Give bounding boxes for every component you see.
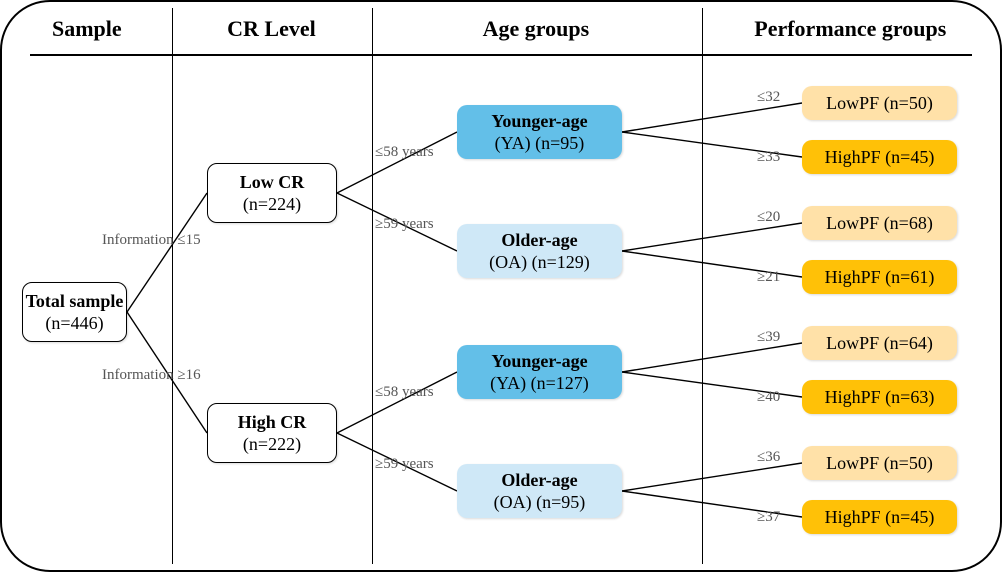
- column-headers: Sample CR Level Age groups Performance g…: [2, 16, 1000, 42]
- node-lowcr-oa: Older-age (OA) (n=129): [457, 224, 622, 278]
- node-label: LowPF (n=64): [826, 332, 933, 355]
- edge-label: ≥21: [757, 269, 780, 286]
- node-high-cr: High CR (n=222): [207, 403, 337, 463]
- node-label: HighPF (n=61): [825, 266, 935, 289]
- col-divider-2: [372, 8, 373, 564]
- header-cr-level: CR Level: [172, 16, 372, 42]
- node-sub: (YA) (n=127): [490, 372, 589, 395]
- node-label: LowPF (n=50): [826, 92, 933, 115]
- edge-label: ≤58 years: [375, 384, 434, 401]
- node-label: LowPF (n=50): [826, 452, 933, 475]
- edge-label: ≥59 years: [375, 216, 434, 233]
- node-label: Older-age: [501, 469, 577, 492]
- node-label: Younger-age: [491, 110, 587, 133]
- node-label: Total sample: [26, 290, 124, 313]
- header-sample: Sample: [2, 16, 172, 42]
- edge-label: ≥40: [757, 389, 780, 406]
- node-highpf: HighPF (n=45): [802, 140, 957, 174]
- node-highpf: HighPF (n=61): [802, 260, 957, 294]
- edge-label: ≤32: [757, 89, 780, 106]
- edge-label: ≤58 years: [375, 144, 434, 161]
- node-label: Low CR: [240, 171, 305, 194]
- node-label: HighPF (n=45): [825, 146, 935, 169]
- node-highpf: HighPF (n=63): [802, 380, 957, 414]
- node-label: Younger-age: [491, 350, 587, 373]
- node-n: (n=224): [243, 193, 301, 216]
- node-label: LowPF (n=68): [826, 212, 933, 235]
- header-performance-groups: Performance groups: [701, 16, 1000, 42]
- node-n: (n=222): [243, 433, 301, 456]
- col-divider-3: [702, 8, 703, 564]
- node-label: HighPF (n=63): [825, 386, 935, 409]
- node-total-sample: Total sample (n=446): [22, 282, 127, 342]
- edge-label: ≥33: [757, 149, 780, 166]
- node-highpf: HighPF (n=45): [802, 500, 957, 534]
- edge-label: ≥59 years: [375, 456, 434, 473]
- edge-label: ≤36: [757, 449, 780, 466]
- header-age-groups: Age groups: [371, 16, 700, 42]
- node-label: High CR: [238, 411, 307, 434]
- node-lowcr-ya: Younger-age (YA) (n=95): [457, 105, 622, 159]
- node-label: Older-age: [501, 229, 577, 252]
- node-sub: (OA) (n=95): [494, 491, 586, 514]
- node-lowpf: LowPF (n=50): [802, 86, 957, 120]
- node-label: HighPF (n=45): [825, 506, 935, 529]
- edge-label: ≤39: [757, 329, 780, 346]
- edge-label: ≥37: [757, 509, 780, 526]
- edge-label-info-low: Information ≤15: [102, 232, 201, 249]
- node-lowpf: LowPF (n=68): [802, 206, 957, 240]
- node-highcr-ya: Younger-age (YA) (n=127): [457, 345, 622, 399]
- node-lowpf: LowPF (n=64): [802, 326, 957, 360]
- node-highcr-oa: Older-age (OA) (n=95): [457, 464, 622, 518]
- node-low-cr: Low CR (n=224): [207, 163, 337, 223]
- col-divider-1: [172, 8, 173, 564]
- node-n: (n=446): [45, 312, 103, 335]
- node-sub: (YA) (n=95): [495, 132, 585, 155]
- diagram-frame: Sample CR Level Age groups Performance g…: [0, 0, 1002, 572]
- edge-label: ≤20: [757, 209, 780, 226]
- node-sub: (OA) (n=129): [489, 251, 590, 274]
- edge-label-info-high: Information ≥16: [102, 367, 201, 384]
- node-lowpf: LowPF (n=50): [802, 446, 957, 480]
